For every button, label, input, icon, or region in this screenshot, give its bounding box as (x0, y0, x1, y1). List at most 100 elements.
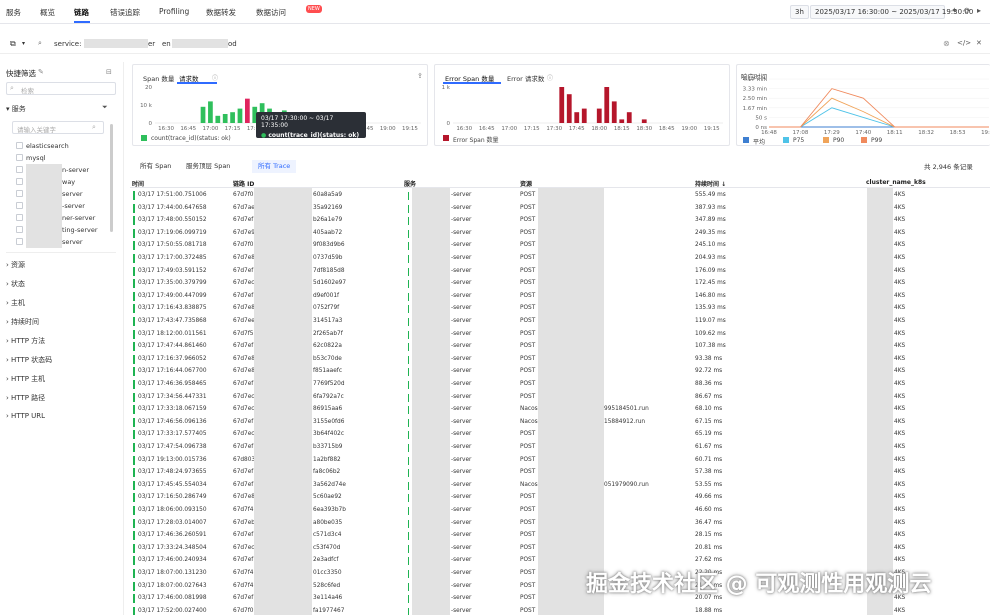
tab-data-access[interactable]: 数据访问 (256, 7, 286, 18)
cell-resource-method: POST (520, 255, 536, 261)
cell-resource-method: POST (520, 242, 536, 249)
new-badge: NEW (306, 5, 322, 13)
status-bar (133, 191, 135, 200)
filter-section-status[interactable]: › 状态 (6, 279, 25, 289)
service-section-toggle[interactable]: ▾ 服务 (6, 104, 26, 114)
tab-service-top-span[interactable]: 服务顶层 Span (180, 160, 236, 173)
cell-duration: 109.62 ms (695, 330, 726, 337)
tab-error-tracking[interactable]: 错误追踪 (110, 7, 140, 18)
tab-all-trace[interactable]: 所有 Trace (252, 160, 297, 173)
refresh-icon[interactable]: ⟳ (964, 6, 971, 15)
cell-trace-id-suffix: 2f265ab7f (313, 330, 343, 337)
service-checkbox[interactable] (16, 154, 23, 161)
cell-duration: 28.15 ms (695, 532, 723, 539)
service-checkbox[interactable] (16, 166, 23, 173)
filter-section-http-method[interactable]: › HTTP 方法 (6, 336, 45, 346)
edit-icon[interactable]: ✎ (38, 68, 44, 76)
legend-swatch (443, 135, 449, 141)
service-checkbox[interactable] (16, 190, 23, 197)
cell-time: 03/17 17:47:54.096738 (138, 444, 207, 450)
service-checkbox[interactable] (16, 226, 23, 233)
x-tick-label: 18:15 (614, 126, 630, 132)
filter-section-http-path[interactable]: › HTTP 路径 (6, 393, 45, 403)
filter-section-host[interactable]: › 主机 (6, 298, 25, 308)
cell-resource-method: Nacos (520, 418, 538, 425)
status-bar (133, 279, 135, 289)
service-color-bar (408, 494, 409, 503)
tab-service[interactable]: 服务 (6, 7, 21, 18)
cell-service: -server (451, 305, 472, 312)
tab-data-forward[interactable]: 数据转发 (206, 7, 236, 18)
cell-resource-method: POST (520, 456, 536, 463)
section-label: HTTP 方法 (11, 337, 46, 345)
filter-icon[interactable]: ⧉ (10, 39, 16, 49)
col-resource[interactable]: 资源 (520, 179, 532, 188)
status-bar (133, 531, 135, 541)
cell-resource-method: Nacos (520, 406, 538, 413)
tab-trace[interactable]: 链路 (74, 7, 89, 18)
service-checkbox[interactable] (16, 214, 23, 221)
collapse-icon[interactable]: ⊟ (106, 68, 112, 76)
close-icon[interactable]: ✕ (976, 39, 982, 47)
x-tick-label: 16:48 (761, 130, 777, 136)
cell-service: -server (451, 544, 472, 551)
clear-icon[interactable]: ⊗ (943, 39, 950, 48)
search-icon: ⌕ (10, 84, 14, 92)
service-search-input[interactable]: 请输入关键字 (12, 121, 104, 134)
cell-trace-id-suffix: b53c70de (313, 355, 342, 362)
tab-overview[interactable]: 概览 (40, 7, 55, 18)
service-checkbox[interactable] (16, 142, 23, 149)
chevron-down-icon[interactable]: ▾ (22, 40, 25, 47)
service-color-bar (408, 280, 409, 289)
filter-section-duration[interactable]: › 持续时间 (6, 317, 39, 327)
service-label: way (62, 178, 76, 186)
cell-resource-method: POST (520, 582, 536, 589)
col-time[interactable]: 时间 (132, 179, 144, 188)
filter-section-http-host[interactable]: › HTTP 主机 (6, 374, 45, 384)
search-input[interactable]: ⌕ service: er en od (32, 37, 967, 51)
filter-section-http-status[interactable]: › HTTP 状态码 (6, 355, 52, 365)
service-checkbox[interactable] (16, 178, 23, 185)
cell-duration: 57.38 ms (695, 469, 723, 476)
x-tick-label: 17:29 (824, 130, 840, 136)
service-color-bar (408, 267, 409, 276)
scrollbar[interactable] (110, 124, 113, 232)
cell-trace-id-suffix: c571d3c4 (313, 532, 342, 539)
filter-search-input[interactable]: 检索 (6, 82, 116, 95)
cell-trace-id: 67d7f4 (233, 582, 254, 589)
more-icon[interactable]: ▸ (977, 6, 981, 15)
service-color-bar (408, 242, 409, 251)
total-count: 共 2,946 条记录 (924, 163, 973, 171)
search-icon: ⌕ (92, 123, 96, 131)
code-icon[interactable]: </> (957, 39, 971, 47)
section-label: HTTP URL (11, 412, 46, 420)
cell-trace-id-suffix: f851aaefc (313, 368, 343, 375)
cell-trace-id: 67d7e9 (233, 229, 255, 236)
col-trace-id[interactable]: 链路 ID (233, 179, 254, 188)
cell-time: 03/17 17:16:37.966052 (138, 355, 207, 362)
cell-duration: 20.81 ms (695, 544, 723, 551)
cell-resource-method: Nacos (520, 481, 538, 488)
service-color-bar (408, 418, 409, 427)
status-bar (133, 304, 135, 314)
pin-icon[interactable]: ✦ (951, 6, 958, 15)
funnel-icon[interactable]: ⏷ (102, 103, 108, 112)
service-checkbox[interactable] (16, 202, 23, 209)
cell-trace-id-suffix: 314517a3 (313, 318, 343, 324)
redacted-column (867, 188, 893, 615)
tab-all-span[interactable]: 所有 Span (134, 160, 177, 173)
cell-service: -server (451, 431, 472, 438)
filter-section-http-url[interactable]: › HTTP URL (6, 412, 45, 420)
cell-time: 03/17 17:33:18.067159 (138, 406, 207, 413)
col-cluster[interactable]: cluster_name_k8s (866, 179, 926, 186)
filter-section-resource[interactable]: › 资源 (6, 260, 25, 270)
cell-resource-method: POST (520, 469, 536, 476)
col-duration[interactable]: 持续时间 ↓ (695, 179, 726, 188)
service-checkbox[interactable] (16, 238, 23, 245)
col-service[interactable]: 服务 (404, 179, 416, 188)
time-preset[interactable]: 3h (790, 5, 809, 19)
cell-trace-id-suffix: fa8c06b2 (313, 469, 341, 476)
time-range[interactable]: 2025/03/17 16:30:00 ~ 2025/03/17 19:30:0… (810, 5, 973, 19)
tab-profiling[interactable]: Profiling (159, 7, 189, 16)
response-time-panel: 响应时间 4.17 min 3.33 min 2.50 min 1.67 min 50 … (736, 64, 990, 146)
